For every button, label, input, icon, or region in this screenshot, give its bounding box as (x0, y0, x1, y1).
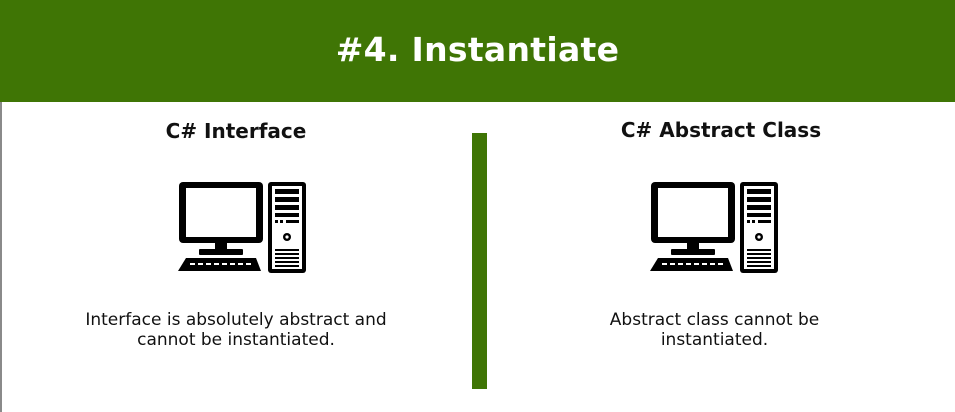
desktop-computer-icon (178, 182, 306, 273)
abstract-class-panel: C# Abstract Class Abstract class cannot … (487, 0, 955, 412)
abstract-class-title: C# Abstract Class (620, 118, 822, 142)
interface-title: C# Interface (165, 119, 307, 143)
center-divider (472, 133, 487, 389)
interface-panel: C# Interface Interface is absolutely abs… (0, 0, 472, 412)
abstract-class-description: Abstract class cannot be instantiated. (609, 310, 820, 350)
desktop-computer-icon (650, 182, 778, 273)
interface-description: Interface is absolutely abstract and can… (85, 310, 387, 350)
